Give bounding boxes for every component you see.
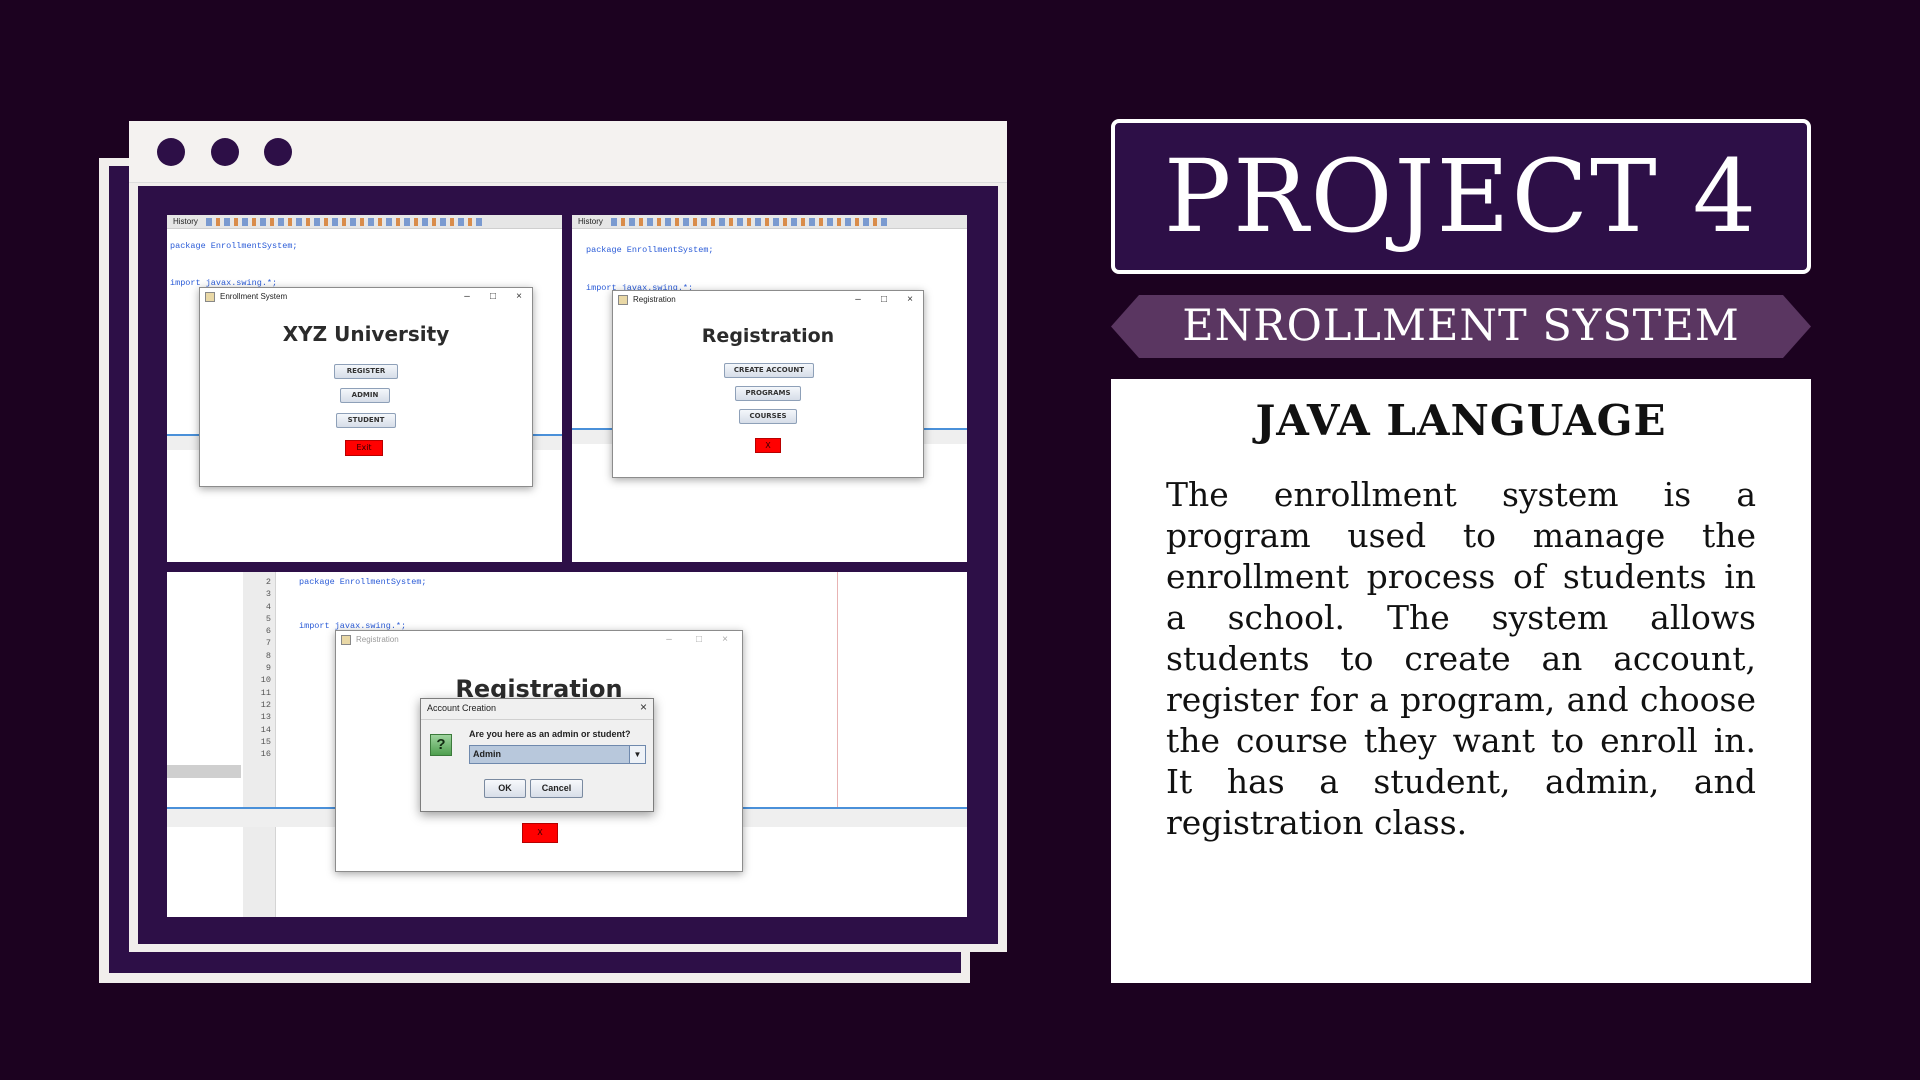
maximize-icon[interactable]: □	[480, 288, 506, 306]
ide-toolbar: History	[572, 215, 967, 229]
ok-button[interactable]: OK	[484, 779, 526, 798]
courses-button[interactable]: COURSES	[739, 409, 797, 424]
margin-guide	[837, 572, 838, 807]
role-select[interactable]: Admin ▼	[469, 745, 646, 764]
minimize-icon[interactable]: –	[656, 631, 682, 649]
screenshot-collage: History package EnrollmentSystem; import…	[138, 186, 998, 944]
window-dot-icon	[211, 138, 239, 166]
screenshot-main-menu: History package EnrollmentSystem; import…	[167, 215, 562, 562]
close-icon[interactable]: ×	[897, 291, 923, 309]
close-icon[interactable]: ×	[640, 700, 647, 714]
dialog-title: Account Creation	[427, 703, 497, 713]
java-app-icon	[205, 292, 215, 302]
programs-button[interactable]: PROGRAMS	[735, 386, 801, 401]
maximize-icon[interactable]: □	[686, 631, 712, 649]
browser-titlebar	[129, 121, 1007, 183]
project-title: PROJECT 4	[1163, 138, 1759, 255]
browser-frame: History package EnrollmentSystem; import…	[129, 121, 1007, 952]
dialog-prompt: Are you here as an admin or student?	[469, 729, 631, 739]
question-icon: ?	[430, 734, 452, 756]
maximize-icon[interactable]: □	[871, 291, 897, 309]
dialog-title-divider	[421, 719, 653, 720]
role-select-value: Admin	[473, 749, 501, 759]
exit-button[interactable]: X	[755, 438, 781, 453]
chevron-down-icon[interactable]: ▼	[629, 746, 645, 763]
history-tab[interactable]: History	[173, 217, 198, 226]
code-package-line: package EnrollmentSystem;	[170, 240, 298, 252]
window-dot-icon	[157, 138, 185, 166]
screenshot-registration: History package EnrollmentSystem; import…	[572, 215, 967, 562]
code-text: package EnrollmentSystem;	[586, 245, 714, 255]
university-heading: XYZ University	[282, 322, 450, 346]
window-title-text: Enrollment System	[220, 292, 288, 301]
cancel-button[interactable]: Cancel	[530, 779, 583, 798]
toolbar-icons	[610, 217, 891, 226]
scroll-band	[167, 765, 241, 778]
registration-heading: Registration	[701, 325, 835, 347]
java-app-icon	[341, 635, 351, 645]
ide-toolbar: History	[167, 215, 562, 229]
exit-button[interactable]: X	[522, 823, 558, 843]
code-text: package EnrollmentSystem;	[299, 577, 427, 587]
close-icon[interactable]: ×	[506, 288, 532, 306]
subtitle-banner: ENROLLMENT SYSTEM	[1111, 295, 1811, 358]
line-numbers: 2 3 4 5 6 7 8 9 10 11 12 13 14 15 16	[260, 577, 271, 760]
java-app-icon	[618, 295, 628, 305]
minimize-icon[interactable]: –	[845, 291, 871, 309]
window-dot-icon	[264, 138, 292, 166]
window-title-text: Registration	[356, 635, 399, 644]
student-button[interactable]: STUDENT	[336, 413, 396, 428]
toolbar-icons	[205, 217, 486, 226]
language-heading: JAVA LANGUAGE	[1255, 396, 1667, 445]
code-package-line: package EnrollmentSystem;	[299, 576, 427, 588]
project-subtitle: ENROLLMENT SYSTEM	[1182, 301, 1740, 351]
window-title-text: Registration	[633, 295, 676, 304]
project-title-box: PROJECT 4	[1111, 119, 1811, 274]
close-icon[interactable]: ×	[712, 631, 738, 649]
minimize-icon[interactable]: –	[454, 288, 480, 306]
screenshot-account-creation: 2 3 4 5 6 7 8 9 10 11 12 13 14 15 16 pac…	[167, 572, 967, 917]
admin-button[interactable]: ADMIN	[340, 388, 390, 403]
registration-window: Registration – □ × Registration CREATE A…	[612, 290, 924, 478]
exit-button[interactable]: Exit	[345, 440, 383, 456]
code-package-line: package EnrollmentSystem;	[586, 244, 714, 256]
create-account-button[interactable]: CREATE ACCOUNT	[724, 363, 814, 378]
enrollment-system-window: Enrollment System – □ × XYZ University R…	[199, 287, 533, 487]
register-button[interactable]: REGISTER	[334, 364, 398, 379]
project-description: The enrollment system is a program used …	[1166, 475, 1756, 842]
description-card: JAVA LANGUAGE The enrollment system is a…	[1111, 379, 1811, 983]
account-creation-dialog: Account Creation × ? Are you here as an …	[420, 698, 654, 812]
history-tab[interactable]: History	[578, 217, 603, 226]
code-text: package EnrollmentSystem;	[170, 241, 298, 251]
